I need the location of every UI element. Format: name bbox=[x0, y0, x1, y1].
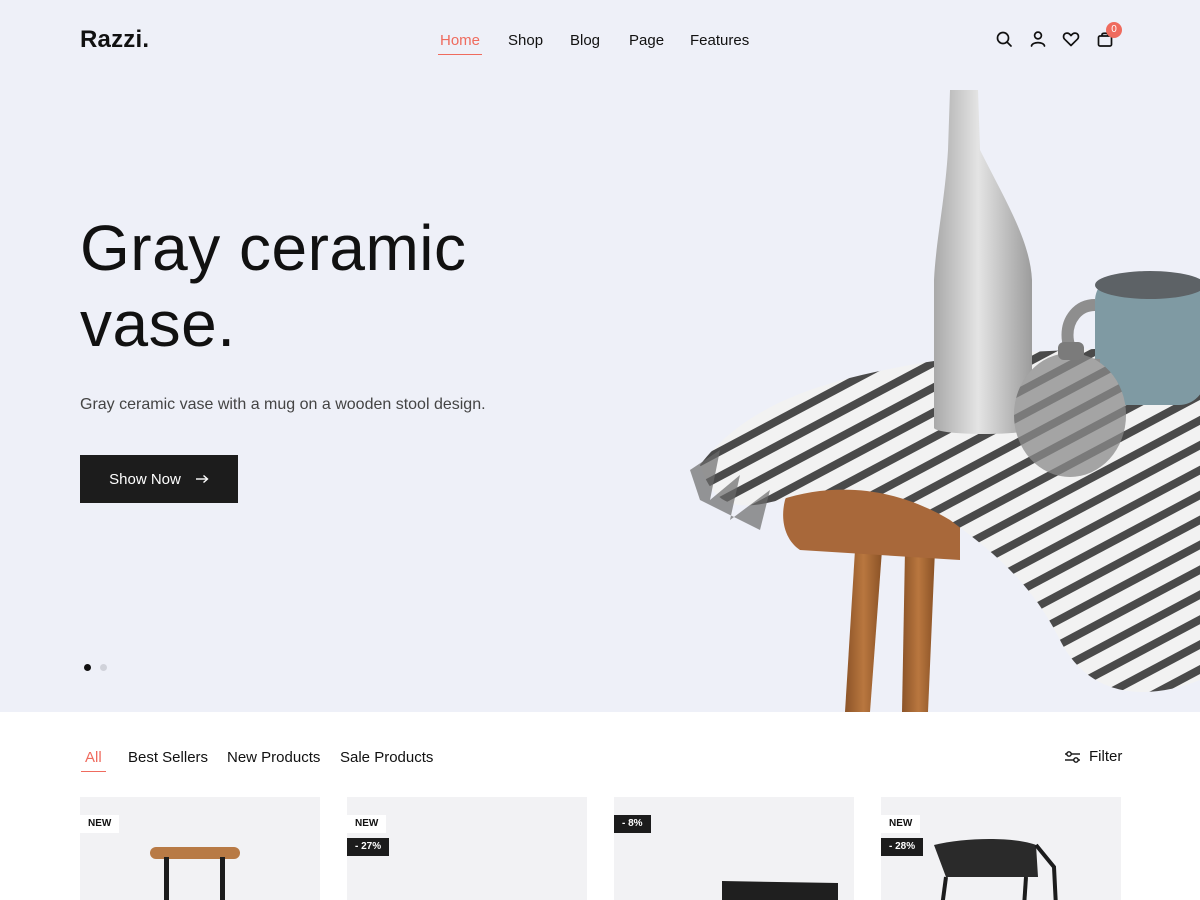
tab-sale-products[interactable]: Sale Products bbox=[340, 749, 433, 766]
slider-dots bbox=[84, 664, 107, 671]
badge-discount: - 8% bbox=[614, 815, 651, 833]
slider-dot-1[interactable] bbox=[84, 664, 91, 671]
show-now-button[interactable]: Show Now bbox=[80, 455, 238, 503]
product-card-2[interactable]: NEW - 27% bbox=[347, 797, 587, 900]
tab-new-products[interactable]: New Products bbox=[227, 749, 320, 766]
site-logo[interactable]: Razzi. bbox=[80, 26, 149, 54]
show-now-label: Show Now bbox=[109, 470, 181, 488]
nav-blog[interactable]: Blog bbox=[570, 32, 600, 53]
nav-home[interactable]: Home bbox=[437, 32, 483, 55]
black-chair-image bbox=[934, 839, 1058, 900]
slider-dot-2[interactable] bbox=[100, 664, 107, 671]
nav-shop[interactable]: Shop bbox=[508, 32, 543, 53]
bar-stool-image bbox=[150, 847, 240, 900]
arrow-right-icon bbox=[195, 474, 209, 484]
hero-title: Gray ceramic vase. bbox=[80, 212, 467, 360]
hero-subtitle: Gray ceramic vase with a mug on a wooden… bbox=[80, 396, 486, 413]
product-card-3[interactable]: - 8% bbox=[614, 797, 854, 900]
user-icon[interactable] bbox=[1028, 29, 1048, 49]
product-image bbox=[722, 881, 838, 900]
badge-new: NEW bbox=[80, 815, 120, 833]
filter-button[interactable]: Filter bbox=[1064, 748, 1122, 765]
nav-page[interactable]: Page bbox=[629, 32, 664, 53]
filter-sliders-icon bbox=[1065, 750, 1080, 763]
hero-product-image bbox=[690, 90, 1200, 712]
badge-discount: - 28% bbox=[881, 838, 924, 856]
nav-features[interactable]: Features bbox=[690, 32, 749, 53]
search-icon[interactable] bbox=[994, 29, 1014, 49]
product-card-1[interactable]: NEW bbox=[80, 797, 320, 900]
badge-new: NEW bbox=[347, 815, 387, 833]
badge-discount: - 27% bbox=[347, 838, 390, 856]
badge-new: NEW bbox=[881, 815, 921, 833]
cart-count-badge: 0 bbox=[1106, 22, 1122, 38]
tab-best-sellers[interactable]: Best Sellers bbox=[128, 749, 208, 766]
product-card-4[interactable]: NEW - 28% bbox=[881, 797, 1121, 900]
filter-label: Filter bbox=[1089, 748, 1123, 765]
heart-icon[interactable] bbox=[1061, 29, 1081, 49]
tab-all[interactable]: All bbox=[81, 749, 106, 772]
hero-banner: Razzi. Home Shop Blog Page Features 0 Gr… bbox=[0, 0, 1200, 712]
